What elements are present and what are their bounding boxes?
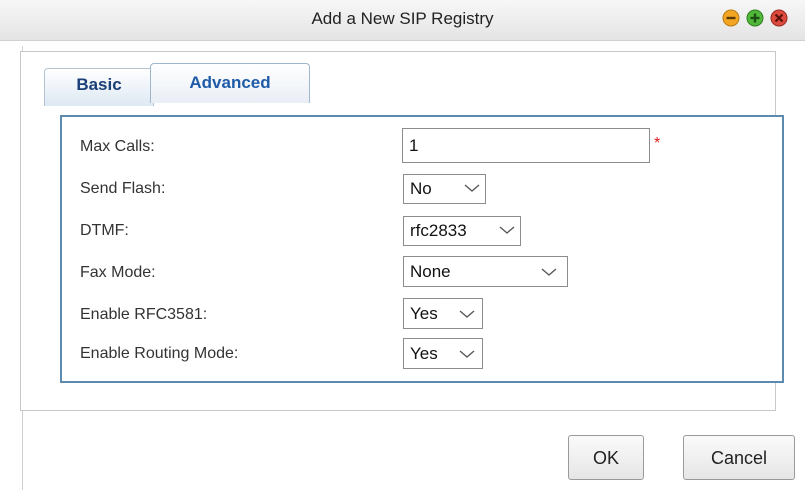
chevron-down-icon <box>499 226 515 234</box>
ok-button[interactable]: OK <box>568 435 644 480</box>
dtmf-select[interactable]: rfc2833 <box>403 216 521 246</box>
enable-routing-mode-value: Yes <box>410 344 438 363</box>
tab-basic-label: Basic <box>76 75 122 94</box>
chevron-down-icon <box>459 310 475 318</box>
cancel-button[interactable]: Cancel <box>683 435 795 480</box>
enable-routing-mode-label: Enable Routing Mode: <box>80 345 239 362</box>
send-flash-select[interactable]: No <box>403 174 486 204</box>
minimize-icon[interactable] <box>722 9 740 27</box>
close-icon[interactable] <box>770 9 788 27</box>
chevron-down-icon <box>541 268 557 276</box>
dialog-title: Add a New SIP Registry <box>311 9 494 28</box>
send-flash-label: Send Flash: <box>80 180 166 197</box>
enable-rfc3581-label: Enable RFC3581: <box>80 306 208 323</box>
max-calls-label: Max Calls: <box>80 138 155 155</box>
maximize-icon[interactable] <box>746 9 764 27</box>
dtmf-label: DTMF: <box>80 222 129 239</box>
tab-basic[interactable]: Basic <box>44 68 154 106</box>
enable-rfc3581-value: Yes <box>410 304 438 323</box>
tab-advanced-label: Advanced <box>189 73 271 92</box>
max-calls-value: 1 <box>409 136 419 155</box>
chevron-down-icon <box>464 184 480 192</box>
send-flash-value: No <box>410 179 432 198</box>
cancel-button-label: Cancel <box>710 448 768 468</box>
tab-advanced[interactable]: Advanced <box>150 63 310 103</box>
ok-button-label: OK <box>592 448 619 468</box>
enable-rfc3581-select[interactable]: Yes <box>403 298 483 329</box>
fax-mode-select[interactable]: None <box>403 256 568 287</box>
chevron-down-icon <box>459 350 475 358</box>
dtmf-value: rfc2833 <box>410 221 467 240</box>
fax-mode-label: Fax Mode: <box>80 264 156 281</box>
fax-mode-value: None <box>410 262 451 281</box>
max-calls-input[interactable]: 1 <box>402 128 650 163</box>
dialog-titlebar: Add a New SIP Registry <box>0 0 805 41</box>
required-marker: * <box>654 135 661 152</box>
enable-routing-mode-select[interactable]: Yes <box>403 338 483 369</box>
